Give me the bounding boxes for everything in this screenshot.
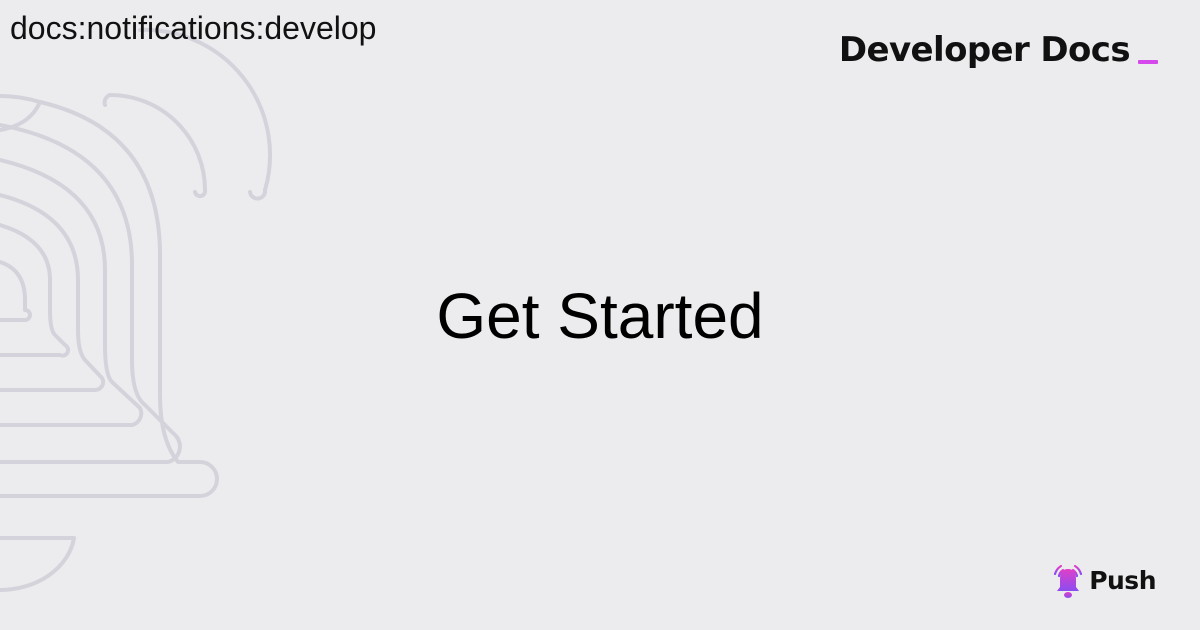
push-logo: Push bbox=[1051, 562, 1156, 600]
logo-name: Push bbox=[1089, 566, 1156, 595]
signal-wave-inner bbox=[108, 93, 207, 192]
brand-header: Developer Docs bbox=[839, 28, 1158, 72]
signal-wave-inner-return bbox=[102, 93, 112, 107]
brand-title: Developer Docs bbox=[838, 30, 1131, 70]
bell-icon bbox=[1054, 564, 1083, 598]
breadcrumb: docs:notifications:develop bbox=[10, 10, 377, 46]
cursor-underscore-icon bbox=[1138, 60, 1158, 64]
page-headline: Get Started bbox=[436, 280, 764, 352]
bell-clapper-outline bbox=[0, 536, 76, 592]
signal-wave-outer-tip bbox=[248, 188, 268, 201]
